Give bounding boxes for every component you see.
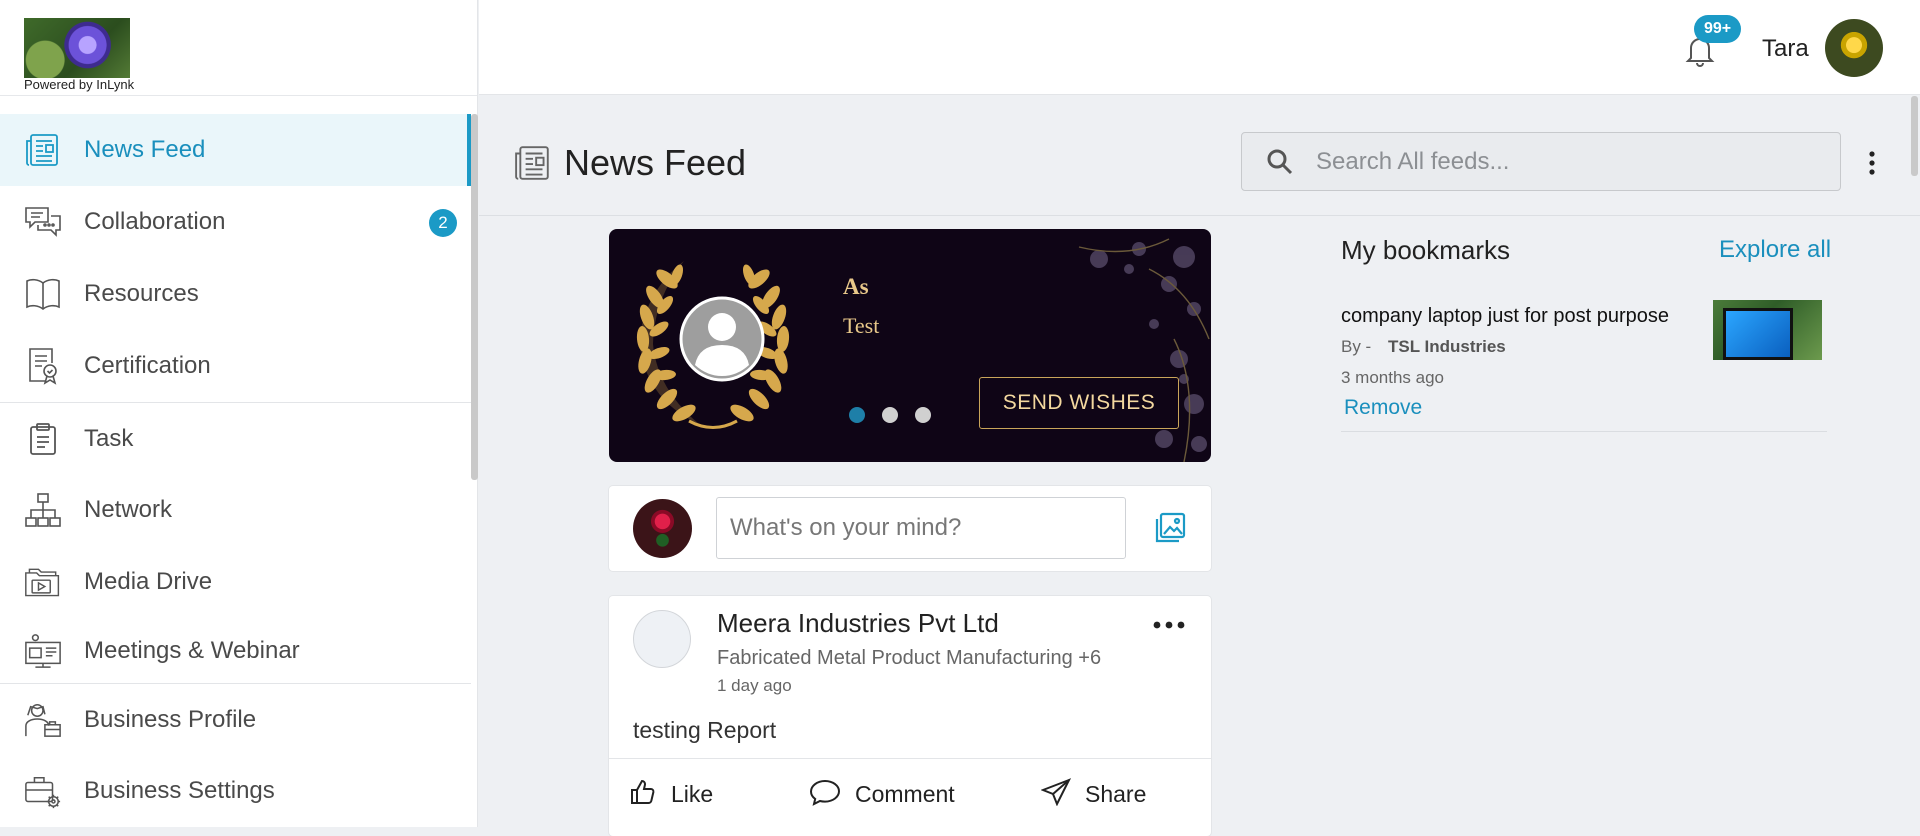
share-label: Share [1085, 780, 1147, 807]
explore-all-link[interactable]: Explore all [1719, 236, 1831, 264]
notification-count-badge: 99+ [1694, 15, 1742, 43]
newspaper-icon [514, 144, 552, 182]
bookmark-company[interactable]: TSL Industries [1388, 337, 1506, 357]
bookmark-divider [1341, 431, 1827, 432]
more-options-icon[interactable] [1862, 148, 1882, 178]
sidebar-item-label: Task [84, 424, 134, 452]
company-logo[interactable] [24, 18, 130, 78]
sidebar-item-label: Certification [84, 352, 211, 379]
carousel-dot[interactable] [849, 407, 865, 423]
feed-post: Meera Industries Pvt Ltd Fabricated Meta… [609, 596, 1211, 836]
search-box[interactable] [1241, 132, 1841, 191]
carousel-dots [849, 407, 931, 423]
collaboration-count-badge: 2 [429, 209, 457, 237]
post-input[interactable] [716, 497, 1126, 559]
carousel-dot[interactable] [915, 407, 931, 423]
share-send-icon [1040, 777, 1072, 811]
logo-image [24, 18, 130, 78]
remove-bookmark-link[interactable]: Remove [1344, 396, 1422, 420]
celebrant-name: As [843, 274, 869, 299]
newspaper-icon [24, 131, 62, 169]
briefcase-gear-icon [24, 772, 62, 810]
powered-by-text: Powered by InLynk [24, 77, 135, 92]
sidebar-nav: News Feed Collaboration 2 Resources Cert… [0, 114, 471, 827]
sidebar-item-media-drive[interactable]: Media Drive [0, 546, 471, 618]
clipboard-icon [24, 420, 62, 458]
avatar[interactable] [633, 499, 692, 558]
sidebar-divider [0, 95, 477, 96]
post-author[interactable]: Meera Industries Pvt Ltd [717, 608, 999, 639]
bookmarks-title: My bookmarks [1341, 235, 1511, 265]
bookmark-by-label: By - [1341, 337, 1372, 356]
user-name[interactable]: Tara [1762, 35, 1809, 63]
sidebar-item-label: Business Profile [84, 705, 257, 733]
avatar[interactable] [1825, 19, 1883, 77]
post-body: testing Report [633, 717, 777, 743]
share-button[interactable]: Share [1040, 776, 1147, 812]
sidebar-item-label: Business Settings [84, 777, 275, 804]
sidebar: Powered by InLynk News Feed Collaboratio… [0, 0, 478, 827]
network-icon [24, 491, 62, 529]
sidebar-item-business-profile[interactable]: Business Profile [0, 684, 471, 755]
search-icon [1266, 148, 1294, 176]
comment-button[interactable]: Comment [809, 776, 955, 812]
search-input[interactable] [1314, 146, 1838, 177]
sidebar-item-task[interactable]: Task [0, 403, 471, 474]
sidebar-item-meetings-webinar[interactable]: Meetings & Webinar [0, 618, 471, 683]
sidebar-item-label: Resources [84, 280, 199, 307]
post-composer [609, 486, 1211, 571]
send-wishes-button[interactable]: SEND WISHES [979, 377, 1179, 429]
certificate-icon [24, 347, 62, 385]
avatar[interactable] [633, 610, 691, 668]
business-person-icon [24, 701, 62, 739]
sidebar-item-label: Media Drive [84, 568, 213, 595]
sidebar-item-network[interactable]: Network [0, 474, 471, 546]
image-upload-icon[interactable] [1153, 511, 1187, 545]
bookmark-timestamp: 3 months ago [1341, 368, 1445, 387]
sidebar-item-collaboration[interactable]: Collaboration 2 [0, 186, 471, 258]
more-options-icon[interactable] [1152, 618, 1186, 630]
sidebar-scrollbar[interactable] [471, 114, 478, 480]
post-divider [609, 758, 1211, 759]
sidebar-item-label: News Feed [84, 136, 206, 163]
page-title: News Feed [564, 142, 747, 183]
sidebar-item-label: Collaboration [84, 208, 226, 235]
comment-icon [809, 778, 841, 811]
celebrant-subtitle: Test [843, 313, 880, 338]
folder-media-icon [24, 563, 62, 601]
sidebar-item-certification[interactable]: Certification [0, 330, 471, 402]
comment-label: Comment [855, 780, 955, 807]
celebration-banner: As Test SEND WISHES [609, 229, 1211, 462]
bookmark-thumbnail[interactable] [1713, 300, 1822, 360]
bookmark-title[interactable]: company laptop just for post purpose [1341, 305, 1669, 328]
sidebar-item-business-settings[interactable]: Business Settings [0, 755, 471, 827]
post-timestamp: 1 day ago [717, 676, 792, 695]
post-industry: Fabricated Metal Product Manufacturing +… [717, 647, 1102, 669]
presentation-icon [24, 632, 62, 670]
sidebar-item-news-feed[interactable]: News Feed [0, 114, 471, 186]
chat-bubbles-icon [24, 203, 62, 241]
sidebar-item-resources[interactable]: Resources [0, 258, 471, 330]
thumbs-up-icon [629, 778, 657, 811]
main-scrollbar[interactable] [1911, 96, 1918, 176]
sidebar-item-label: Network [84, 496, 173, 523]
like-button[interactable]: Like [629, 776, 713, 812]
sidebar-item-label: Meetings & Webinar [84, 636, 300, 664]
like-label: Like [671, 780, 714, 807]
book-icon [24, 275, 62, 313]
laptop-image [1723, 308, 1793, 360]
carousel-dot[interactable] [882, 407, 898, 423]
